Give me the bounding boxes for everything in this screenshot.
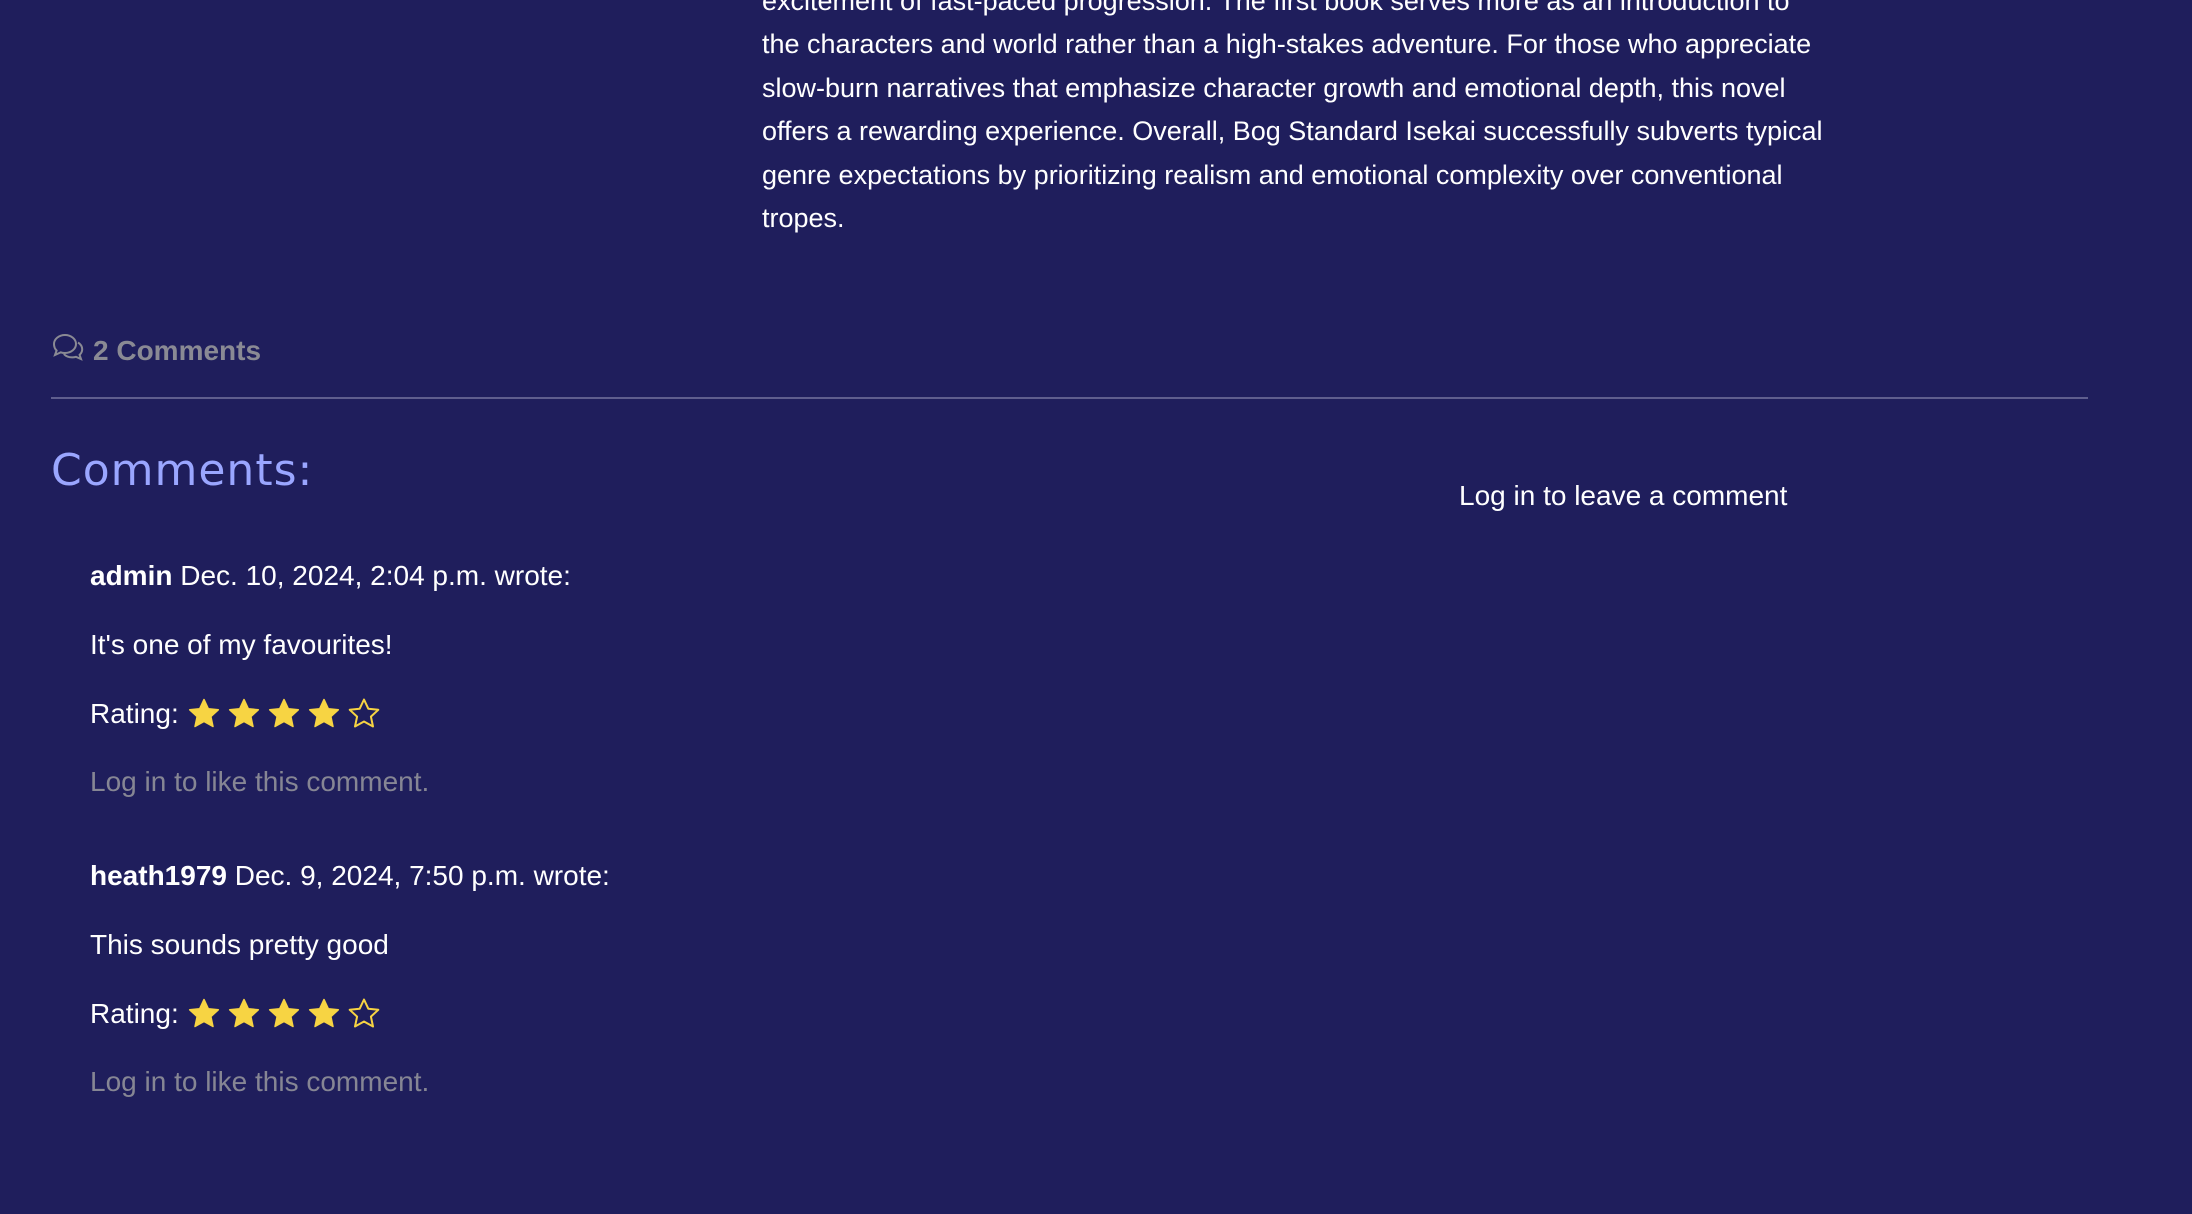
star-filled-icon bbox=[267, 997, 301, 1031]
like-comment-link[interactable]: Log in to like this comment. bbox=[90, 1064, 990, 1100]
star-empty-icon bbox=[347, 697, 381, 731]
comment-rating: Rating: bbox=[90, 696, 990, 732]
divider bbox=[51, 397, 2088, 399]
star-filled-icon bbox=[307, 697, 341, 731]
comment: heath1979 Dec. 9, 2024, 7:50 p.m. wrote:… bbox=[90, 858, 990, 1100]
comment-count: 2 Comments bbox=[51, 332, 261, 369]
rating-label: Rating: bbox=[90, 698, 179, 729]
review-line: tropes. bbox=[762, 203, 845, 234]
star-filled-icon bbox=[227, 697, 261, 731]
star-filled-icon bbox=[227, 997, 261, 1031]
chat-bubbles-icon bbox=[51, 332, 85, 369]
comments-heading: Comments: bbox=[51, 445, 314, 496]
review-line: excitement of fast-paced progression. Th… bbox=[762, 0, 1790, 16]
review-text: excitement of fast-paced progression. Th… bbox=[762, 0, 1912, 240]
comment-body: It's one of my favourites! bbox=[90, 629, 393, 660]
star-filled-icon bbox=[187, 697, 221, 731]
comment-author: admin bbox=[90, 560, 173, 591]
comment: admin Dec. 10, 2024, 2:04 p.m. wrote: It… bbox=[90, 558, 990, 800]
star-empty-icon bbox=[347, 997, 381, 1031]
star-filled-icon bbox=[267, 697, 301, 731]
comment-count-label: 2 Comments bbox=[93, 334, 262, 366]
rating-label: Rating: bbox=[90, 998, 179, 1029]
review-line: slow-burn narratives that emphasize char… bbox=[762, 72, 1786, 103]
review-line: the characters and world rather than a h… bbox=[762, 29, 1812, 60]
star-filled-icon bbox=[307, 997, 341, 1031]
comment-author: heath1979 bbox=[90, 860, 227, 891]
comment-header: heath1979 Dec. 9, 2024, 7:50 p.m. wrote: bbox=[90, 858, 990, 894]
page: excitement of fast-paced progression. Th… bbox=[0, 0, 2192, 1214]
rating-stars bbox=[187, 697, 381, 731]
comment-date: Dec. 9, 2024, 7:50 p.m. wrote: bbox=[234, 860, 610, 891]
review-line: offers a rewarding experience. Overall, … bbox=[762, 116, 1823, 147]
review-line: genre expectations by prioritizing reali… bbox=[762, 159, 1783, 190]
comment-header: admin Dec. 10, 2024, 2:04 p.m. wrote: bbox=[90, 558, 990, 594]
star-filled-icon bbox=[187, 997, 221, 1031]
rating-stars bbox=[187, 997, 381, 1031]
comment-rating: Rating: bbox=[90, 996, 990, 1032]
login-to-comment-link[interactable]: Log in to leave a comment bbox=[1459, 480, 1787, 512]
like-comment-link[interactable]: Log in to like this comment. bbox=[90, 764, 990, 800]
comment-body: This sounds pretty good bbox=[90, 929, 389, 960]
comment-date: Dec. 10, 2024, 2:04 p.m. wrote: bbox=[180, 560, 571, 591]
